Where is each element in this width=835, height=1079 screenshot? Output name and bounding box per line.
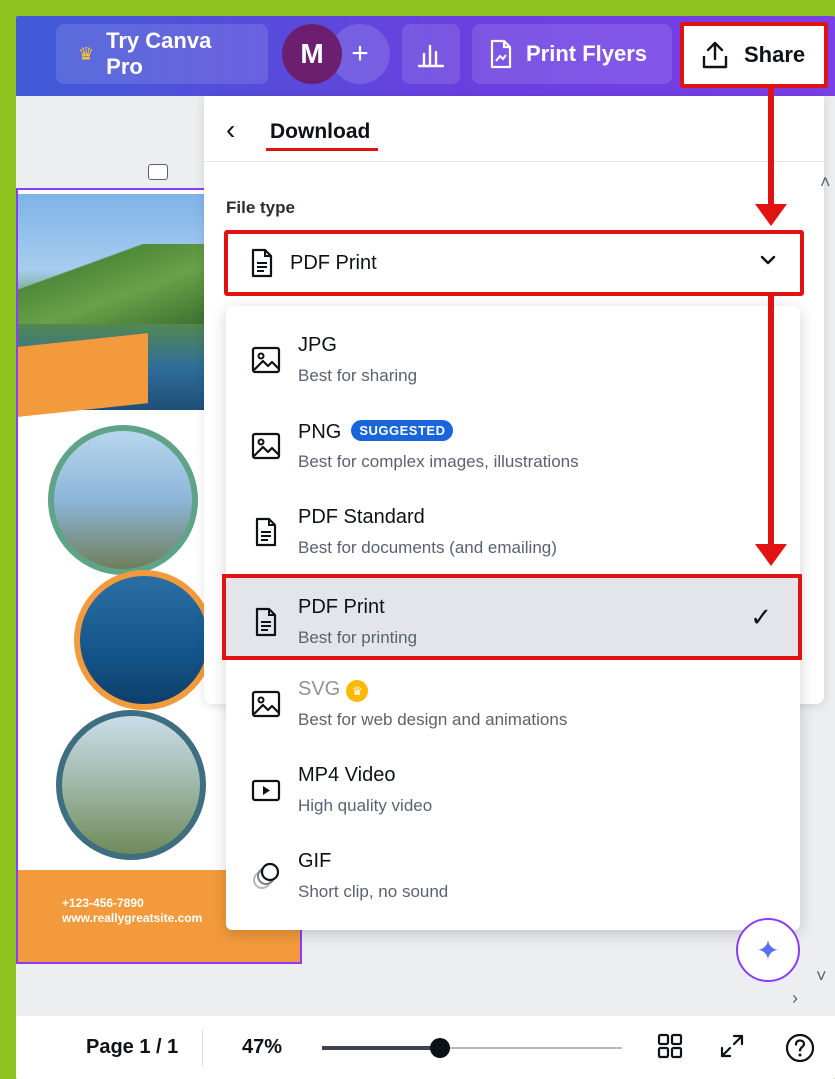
title-underline-annotation (266, 148, 378, 151)
print-flyers-label: Print Flyers (526, 41, 648, 66)
divider (202, 1030, 203, 1066)
panel-title: Download (270, 120, 371, 143)
video-icon (251, 779, 281, 802)
option-name: SVG ♛ (298, 678, 369, 702)
contact-info: +123-456-7890 www.reallygreatsite.com (62, 896, 202, 926)
gif-icon (253, 862, 280, 889)
option-name: PDF Print (298, 596, 385, 618)
option-name: PNG SUGGESTED (298, 420, 454, 444)
chevron-down-icon (760, 255, 776, 265)
file-type-option-png[interactable]: PNG SUGGESTED Best for complex images, il… (226, 402, 800, 488)
print-flyers-button[interactable]: Print Flyers (472, 24, 672, 84)
sparkle-icon: ✦ (756, 934, 780, 966)
try-canva-pro-label: Try Canva Pro (106, 28, 212, 79)
file-type-dropdown: JPG Best for sharing PNG SUGGESTED Best f… (222, 306, 802, 930)
download-panel-header: ‹ Download (204, 96, 824, 162)
bottom-bar: Page 1 / 1 47% (16, 1016, 835, 1079)
file-type-selected-value: PDF Print (290, 251, 377, 274)
chevron-down-icon[interactable]: ˅ (816, 966, 827, 987)
file-type-label: File type (226, 198, 295, 217)
orange-brush-shape (18, 333, 148, 417)
file-type-option-gif[interactable]: GIF Short clip, no sound (226, 832, 800, 918)
file-type-option-pdf-print[interactable]: PDF Print Best for printing ✓ (222, 574, 802, 660)
grid-view-icon[interactable] (656, 1032, 684, 1060)
file-type-option-mp4[interactable]: MP4 Video High quality video (226, 746, 800, 832)
option-name: JPG (298, 334, 337, 356)
option-desc: Best for sharing (298, 366, 418, 385)
help-icon[interactable] (784, 1032, 816, 1064)
suggested-badge: SUGGESTED (351, 420, 454, 441)
fullscreen-icon[interactable] (718, 1032, 746, 1060)
file-type-option-svg[interactable]: SVG ♛ Best for web design and animations (226, 660, 800, 746)
website-text: www.reallygreatsite.com (62, 911, 203, 925)
image-icon (251, 690, 281, 718)
option-desc: Best for documents (and emailing) (298, 538, 557, 557)
crown-icon: ♛ (78, 43, 95, 64)
insights-button[interactable] (402, 24, 460, 84)
annotation-arrow-head (755, 544, 787, 566)
share-icon (702, 41, 728, 69)
option-desc: Best for complex images, illustrations (298, 452, 579, 471)
top-bar: ♛ Try Canva Pro M + Print Flyers Share (16, 16, 835, 96)
option-name-text: PNG (298, 421, 342, 443)
checkmark-icon: ✓ (750, 602, 772, 632)
try-canva-pro-button[interactable]: ♛ Try Canva Pro (56, 24, 268, 84)
avatar[interactable]: M (282, 24, 342, 84)
kayak-photo (74, 570, 214, 710)
file-type-option-jpg[interactable]: JPG Best for sharing (226, 316, 800, 402)
print-product-icon (490, 39, 512, 69)
file-type-option-pdf-standard[interactable]: PDF Standard Best for documents (and ema… (226, 488, 800, 574)
option-name-text: SVG (298, 678, 341, 700)
document-icon (255, 517, 277, 547)
option-name: MP4 Video (298, 764, 396, 786)
hikers-photo (48, 425, 198, 575)
page-indicator[interactable]: Page 1 / 1 (86, 1036, 178, 1059)
annotation-arrow-head (755, 204, 787, 226)
chevron-up-icon[interactable]: ˄ (820, 172, 831, 193)
bar-chart-icon (417, 44, 445, 68)
option-desc: Best for web design and animations (298, 710, 568, 729)
phone-text: +123-456-7890 (62, 896, 144, 910)
magic-sparkle-button[interactable]: ✦ (736, 918, 800, 982)
zoom-slider-handle[interactable] (429, 1038, 450, 1058)
option-name: PDF Standard (298, 506, 425, 528)
zoom-level[interactable]: 47% (242, 1036, 282, 1059)
pro-crown-icon: ♛ (346, 680, 369, 702)
annotation-arrow-line (768, 296, 774, 548)
share-button[interactable]: Share (680, 22, 828, 88)
file-type-select[interactable]: PDF Print (224, 230, 804, 296)
image-icon (251, 432, 281, 460)
zoom-slider-fill (322, 1046, 440, 1050)
option-name: GIF (298, 850, 332, 872)
option-desc: High quality video (298, 796, 433, 815)
image-icon (251, 346, 281, 374)
annotation-arrow-line (768, 88, 774, 208)
cyclist-photo (56, 710, 206, 860)
chevron-right-icon[interactable]: › (792, 988, 798, 1009)
mountain-shape (18, 244, 208, 324)
share-label: Share (744, 42, 806, 67)
page-lock-icon[interactable] (148, 164, 168, 180)
app-window: ♛ Try Canva Pro M + Print Flyers Share +… (16, 16, 835, 1079)
chevron-left-icon[interactable]: ‹ (226, 114, 235, 146)
document-icon (255, 607, 277, 637)
option-desc: Best for printing (298, 628, 418, 647)
option-desc: Short clip, no sound (298, 882, 449, 901)
document-icon (251, 248, 273, 278)
